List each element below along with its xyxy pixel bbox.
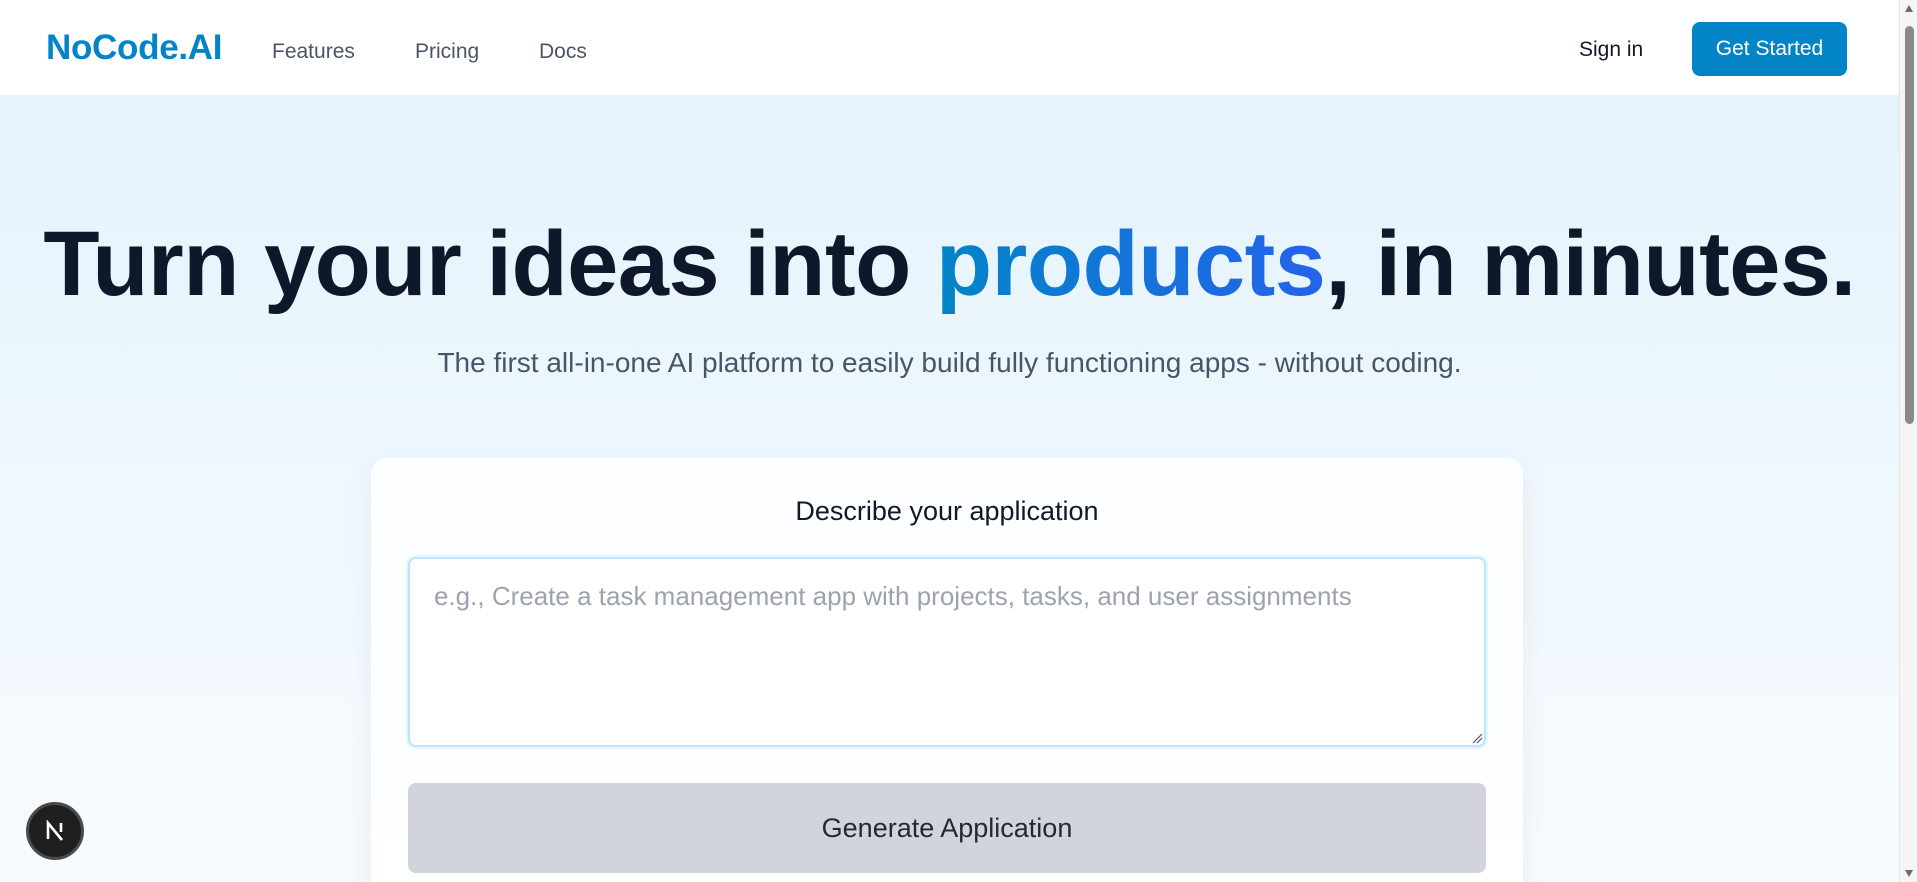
vertical-scrollbar[interactable] bbox=[1899, 0, 1917, 882]
page: NoCode.AI Features Pricing Docs Sign in … bbox=[0, 0, 1899, 882]
hero-section: Turn your ideas into products, in minute… bbox=[0, 96, 1899, 882]
app-description-input[interactable] bbox=[408, 557, 1486, 747]
nav-link-pricing[interactable]: Pricing bbox=[415, 40, 479, 64]
generate-application-button[interactable]: Generate Application bbox=[408, 783, 1486, 873]
nav-link-docs[interactable]: Docs bbox=[539, 40, 587, 64]
nextjs-icon bbox=[46, 819, 64, 841]
headline-suffix: , in minutes. bbox=[1325, 213, 1856, 315]
hero-headline: Turn your ideas into products, in minute… bbox=[0, 212, 1899, 317]
description-label: Describe your application bbox=[795, 496, 1099, 526]
scroll-down-arrow-icon[interactable] bbox=[1904, 868, 1914, 878]
headline-prefix: Turn your ideas into bbox=[43, 213, 936, 315]
nextjs-dev-badge[interactable] bbox=[26, 802, 84, 860]
scroll-up-arrow-icon[interactable] bbox=[1904, 4, 1914, 14]
resize-handle-icon[interactable] bbox=[1471, 732, 1483, 744]
hero-subtitle: The first all-in-one AI platform to easi… bbox=[437, 347, 1462, 378]
brand-logo[interactable]: NoCode.AI bbox=[46, 28, 222, 68]
scrollbar-thumb[interactable] bbox=[1905, 26, 1914, 424]
app-description-card: Describe your application Generate Appli… bbox=[371, 458, 1523, 882]
headline-accent-word: products bbox=[935, 213, 1326, 315]
nav-link-features[interactable]: Features bbox=[272, 40, 355, 64]
get-started-button[interactable]: Get Started bbox=[1692, 22, 1847, 76]
sign-in-link[interactable]: Sign in bbox=[1579, 38, 1643, 62]
top-nav: NoCode.AI Features Pricing Docs Sign in … bbox=[0, 0, 1899, 96]
